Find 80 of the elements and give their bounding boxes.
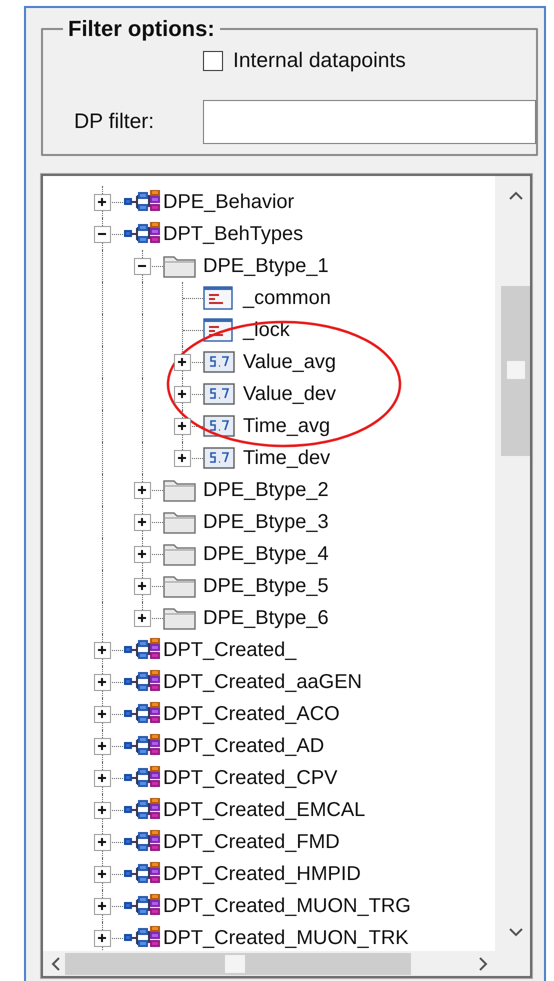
tree-item-label[interactable]: _common <box>243 286 331 310</box>
number-icon <box>203 415 235 437</box>
node-tree-icon <box>123 830 161 854</box>
node-tree-icon <box>123 190 161 214</box>
tree-item-label[interactable]: DPE_Btype_3 <box>203 510 329 534</box>
scroll-right-icon[interactable] <box>478 956 488 970</box>
expand-button[interactable] <box>134 610 151 627</box>
tree-item-label[interactable]: DPT_Created_aaGEN <box>163 670 362 694</box>
tree-item-label[interactable]: Value_dev <box>243 382 336 406</box>
tree-item-label[interactable]: DPE_Btype_6 <box>203 606 329 630</box>
expand-button[interactable] <box>174 418 191 435</box>
tree-item-label[interactable]: Time_avg <box>243 414 330 438</box>
folder-icon <box>163 542 197 566</box>
node-tree-icon <box>123 862 161 886</box>
folder-icon <box>163 510 197 534</box>
tree-item-label[interactable]: DPT_Created_EMCAL <box>163 798 366 822</box>
tree-item-label[interactable]: DPT_Created_MUON_TRK <box>163 926 409 950</box>
expand-button[interactable] <box>174 386 191 403</box>
tree-item-label[interactable]: Time_dev <box>243 446 330 470</box>
expand-button[interactable] <box>134 482 151 499</box>
scroll-down-icon[interactable] <box>508 928 522 936</box>
node-tree-icon <box>123 894 161 918</box>
node-tree-icon <box>123 670 161 694</box>
tree-item-label[interactable]: DPE_Btype_4 <box>203 542 329 566</box>
folder-icon <box>163 478 197 502</box>
checkbox[interactable] <box>203 51 223 71</box>
expand-button[interactable] <box>94 770 111 787</box>
field-label: DP filter: <box>73 110 156 134</box>
tree-item-label[interactable]: _lock <box>243 318 290 342</box>
group-title: Filter options: <box>67 16 216 42</box>
node-tree-icon <box>123 702 161 726</box>
checkbox-label[interactable]: Internal datapoints <box>233 49 406 73</box>
expand-button[interactable] <box>94 194 111 211</box>
expand-button[interactable] <box>134 546 151 563</box>
number-icon <box>203 383 235 405</box>
node-tree-icon <box>123 222 161 246</box>
tree-item-label[interactable]: DPE_Btype_5 <box>203 574 329 598</box>
tree-item-label[interactable]: DPE_Btype_2 <box>203 478 329 502</box>
folder-icon <box>163 574 197 598</box>
folder-icon <box>163 254 197 278</box>
tree-item-label[interactable]: Value_avg <box>243 350 336 374</box>
expand-button[interactable] <box>174 450 191 467</box>
expand-button[interactable] <box>94 642 111 659</box>
folder-icon <box>163 606 197 630</box>
tree-item-label[interactable]: DPT_BehTypes <box>163 222 304 246</box>
tree-item-label[interactable]: DPT_Created_MUON_TRG <box>163 894 411 918</box>
scroll-left-icon[interactable] <box>50 956 60 970</box>
tree-item-label[interactable]: DPT_Created_AD <box>163 734 324 758</box>
expand-button[interactable] <box>94 834 111 851</box>
tree-item-label[interactable]: DPT_Created_ACO <box>163 702 340 726</box>
collapse-button[interactable] <box>94 226 111 243</box>
document-icon <box>203 286 233 310</box>
tree-item-label[interactable]: DPT_Created_FMD <box>163 830 340 854</box>
expand-button[interactable] <box>94 674 111 691</box>
tree-item-label[interactable]: DPE_Btype_1 <box>203 254 329 278</box>
scroll-up-icon[interactable] <box>508 190 522 200</box>
tree-item-label[interactable]: DPT_Created_ <box>163 638 296 662</box>
number-icon <box>203 447 235 469</box>
expand-button[interactable] <box>94 866 111 883</box>
expand-button[interactable] <box>94 930 111 947</box>
node-tree-icon <box>123 638 161 662</box>
expand-button[interactable] <box>134 514 151 531</box>
tree-item-label[interactable]: DPE_Behavior <box>163 190 294 214</box>
expand-button[interactable] <box>94 802 111 819</box>
scrollbar-thumb[interactable] <box>65 953 411 975</box>
scrollbar-thumb[interactable] <box>501 286 530 456</box>
node-tree-icon <box>123 926 161 950</box>
node-tree-icon <box>123 798 161 822</box>
tree-item-label[interactable]: DPT_Created_CPV <box>163 766 338 790</box>
expand-button[interactable] <box>94 738 111 755</box>
expand-button[interactable] <box>94 706 111 723</box>
collapse-button[interactable] <box>134 258 151 275</box>
expand-button[interactable] <box>94 898 111 915</box>
number-icon <box>203 351 235 373</box>
node-tree-icon <box>123 766 161 790</box>
node-tree-icon <box>123 734 161 758</box>
expand-button[interactable] <box>134 578 151 595</box>
filter-field[interactable] <box>203 100 536 144</box>
expand-button[interactable] <box>174 354 191 371</box>
tree-item-label[interactable]: DPT_Created_HMPID <box>163 862 361 886</box>
